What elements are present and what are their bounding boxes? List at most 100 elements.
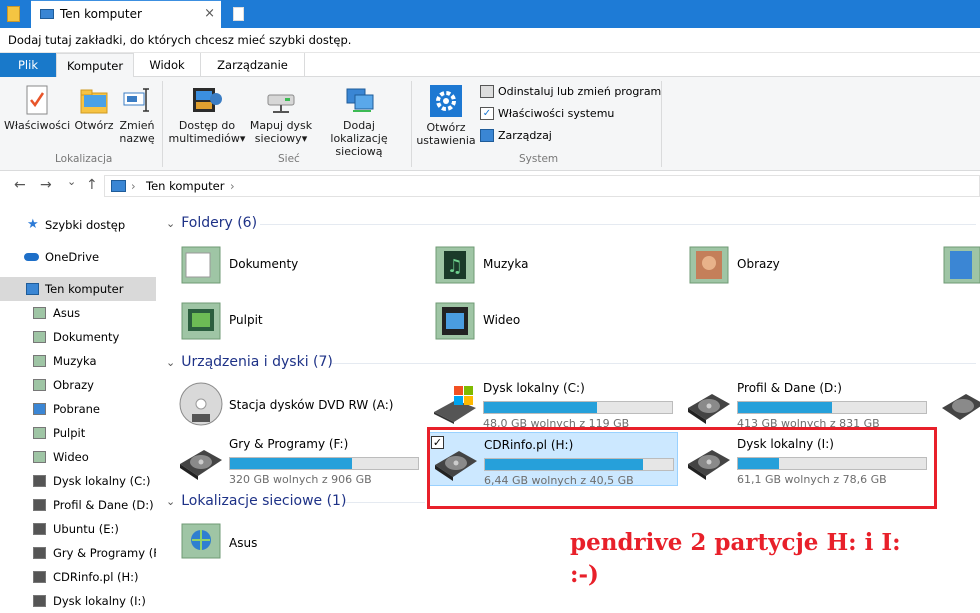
manage-button[interactable]: Zarządzaj [480, 129, 552, 142]
tab-plik[interactable]: Plik [0, 53, 56, 77]
tab-komputer[interactable]: Komputer [56, 53, 134, 78]
drive-label: Profil & Dane (D:) [737, 381, 842, 395]
rename-button[interactable]: Zmień nazwę [116, 85, 158, 145]
tab-zarzadzanie[interactable]: Zarządzanie [200, 53, 305, 77]
open-settings-button[interactable]: Otwórz ustawienia [414, 85, 478, 147]
nav-label: Ubuntu (E:) [53, 522, 119, 536]
add-network-location-button[interactable]: Dodaj lokalizację sieciową [314, 85, 404, 158]
content-pane: ⌄ Foldery (6) Dokumenty ♫ Muzyka Obrazy … [160, 205, 980, 613]
cloud-icon [24, 253, 39, 261]
downloads-icon [33, 403, 46, 415]
music-icon [33, 355, 46, 367]
section-header-network[interactable]: ⌄ Lokalizacje sieciowe (1) [166, 493, 346, 509]
nav-label: Szybki dostęp [45, 218, 126, 232]
navigation-pane: ★ Szybki dostęp OneDrive Ten komputer As… [0, 205, 160, 613]
check-icon: ✓ [480, 107, 494, 120]
browser-tab-strip: Ten komputer × [0, 0, 980, 28]
breadcrumb[interactable]: Ten komputer [146, 179, 224, 193]
folder-label: Muzyka [483, 257, 529, 271]
videos-folder-icon [435, 302, 475, 340]
folder-label: Wideo [483, 313, 521, 327]
drive-tile-e[interactable] [938, 378, 980, 430]
forward-button[interactable]: → [40, 177, 52, 193]
nav-label: Dysk lokalny (I:) [53, 594, 146, 608]
nav-item[interactable]: Pulpit [0, 421, 156, 445]
nav-item[interactable]: Dysk lokalny (C:) [0, 469, 156, 493]
drive-tile-f[interactable]: Gry & Programy (F:) 320 GB wolnych z 906… [176, 434, 426, 486]
nav-label: Ten komputer [45, 282, 124, 296]
map-drive-button[interactable]: Mapuj dysk sieciowy▾ [248, 85, 314, 145]
program-icon [480, 85, 494, 98]
section-header-folders[interactable]: ⌄ Foldery (6) [166, 215, 257, 231]
nav-this-pc[interactable]: Ten komputer [0, 277, 156, 301]
open-settings-label-2: ustawienia [416, 134, 476, 147]
nav-item[interactable]: Obrazy [0, 373, 156, 397]
recent-locations-button[interactable]: ⌄ [67, 175, 76, 188]
folder-tile[interactable]: ♫ Muzyka [430, 239, 670, 291]
properties-button[interactable]: Właściwości [4, 85, 70, 132]
nav-item[interactable]: Dokumenty [0, 325, 156, 349]
nav-quick-access[interactable]: ★ Szybki dostęp [0, 213, 156, 237]
folder-open-icon [80, 89, 108, 114]
nav-label: Pulpit [53, 426, 86, 440]
folder-tile[interactable]: Pulpit [176, 295, 416, 347]
capacity-fill [230, 458, 353, 469]
nav-label: Dokumenty [53, 330, 120, 344]
drive-tile-dvd[interactable]: Stacja dysków DVD RW (A:) [176, 378, 416, 430]
nav-item[interactable]: Dysk lokalny (I:) [0, 589, 156, 613]
section-header-devices[interactable]: ⌄ Urządzenia i dyski (7) [166, 354, 333, 370]
drive-tile-c[interactable]: Dysk lokalny (C:) 48,0 GB wolnych z 119 … [430, 378, 680, 430]
map-drive-label-1: Mapuj dysk [249, 119, 313, 132]
network-tile[interactable]: Asus [176, 516, 416, 568]
network-location-icon [346, 88, 374, 112]
open-button[interactable]: Otwórz [72, 85, 116, 132]
videos-icon [33, 451, 46, 463]
folder-icon[interactable] [7, 6, 20, 22]
nav-item[interactable]: Pobrane [0, 397, 156, 421]
hard-drive-icon [180, 450, 222, 480]
system-properties-button[interactable]: ✓ Właściwości systemu [480, 107, 614, 120]
drive-free-space: 320 GB wolnych z 906 GB [229, 473, 372, 486]
folder-tile[interactable]: Obrazy [684, 239, 924, 291]
downloads-folder-icon [943, 246, 980, 284]
back-button[interactable]: ← [14, 177, 26, 193]
up-button[interactable]: ↑ [86, 177, 98, 193]
computer-icon [111, 180, 126, 192]
tab-title: Ten komputer [60, 7, 142, 21]
close-icon[interactable]: × [204, 6, 215, 21]
windows-drive-icon [434, 386, 476, 424]
drive-icon [33, 499, 46, 511]
tab-ten-komputer[interactable]: Ten komputer × [31, 0, 221, 28]
drive-icon [33, 523, 46, 535]
uninstall-program-button[interactable]: Odinstaluj lub zmień program [480, 85, 661, 98]
tab-widok[interactable]: Widok [134, 53, 200, 77]
annotation-highlight-box [427, 427, 937, 509]
documents-icon [33, 331, 46, 343]
media-icon [193, 88, 222, 112]
folder-tile[interactable]: Wideo [430, 295, 670, 347]
nav-item[interactable]: Profil & Dane (D:) [0, 493, 156, 517]
nav-item[interactable]: Muzyka [0, 349, 156, 373]
media-access-button[interactable]: Dostęp do multimediów▾ [168, 85, 246, 145]
ribbon-separator [661, 81, 662, 167]
capacity-bar [737, 401, 927, 414]
nav-item[interactable]: Gry & Programy (F:) [0, 541, 156, 565]
rename-label-1: Zmień [119, 119, 155, 132]
nav-item[interactable]: CDRinfo.pl (H:) [0, 565, 156, 589]
properties-label: Właściwości [4, 119, 71, 132]
nav-label: Muzyka [53, 354, 97, 368]
folder-tile[interactable]: Dokumenty [176, 239, 416, 291]
nav-onedrive[interactable]: OneDrive [0, 245, 156, 269]
new-tab-icon[interactable] [233, 7, 244, 21]
hard-drive-icon [688, 394, 730, 424]
annotation-line-2: :-) [570, 561, 599, 588]
drive-icon [33, 475, 46, 487]
nav-item[interactable]: Wideo [0, 445, 156, 469]
address-input[interactable]: › Ten komputer › [104, 175, 980, 197]
nav-label: Wideo [53, 450, 89, 464]
drive-tile-d[interactable]: Profil & Dane (D:) 413 GB wolnych z 831 … [684, 378, 934, 430]
bookmarks-hint: Dodaj tutaj zakładki, do których chcesz … [8, 33, 352, 47]
folder-tile[interactable] [938, 239, 980, 291]
nav-item[interactable]: Ubuntu (E:) [0, 517, 156, 541]
nav-item[interactable]: Asus [0, 301, 156, 325]
